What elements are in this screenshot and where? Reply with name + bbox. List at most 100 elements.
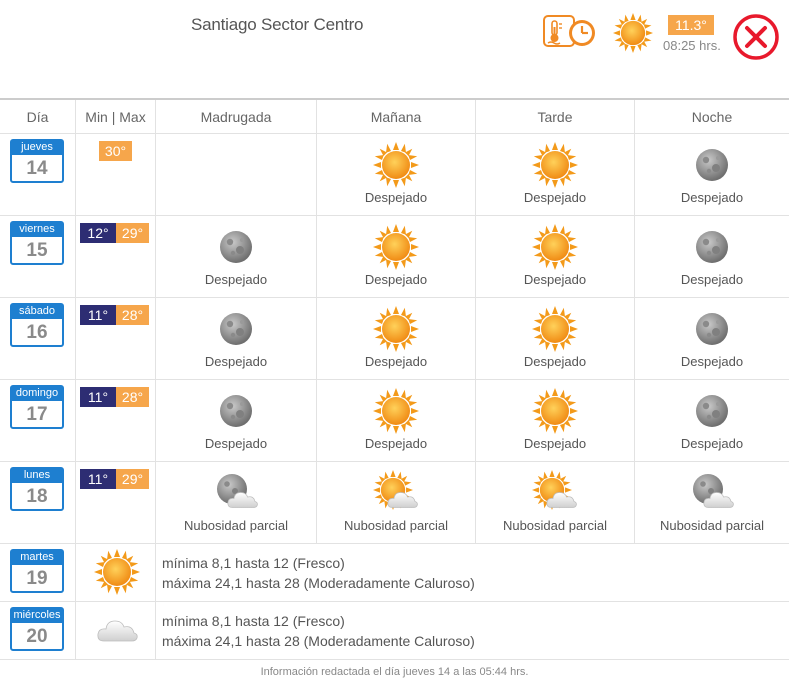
table-row: miércoles 20 mínima 8,1 hasta 12 (Fresco) m… [0, 602, 789, 660]
period-cell-tarde: Despejado [476, 380, 635, 461]
moon-icon [689, 388, 735, 434]
weather-condition: Nubosidad parcial [343, 518, 449, 533]
calendar-weekday: sábado [12, 305, 62, 319]
sun-icon [94, 549, 140, 595]
calendar-date: martes 19 [10, 549, 64, 593]
day-cell: sábado 16 [0, 298, 76, 379]
max-temp-badge: 28° [116, 387, 149, 407]
summary-text: mínima 8,1 hasta 12 (Fresco) máxima 24,1 … [162, 553, 475, 593]
weather-condition: Despejado [523, 190, 587, 205]
moon-icon [689, 224, 735, 270]
summary-max-line: máxima 24,1 hasta 28 (Moderadamente Calu… [162, 575, 475, 591]
day-cell: domingo 17 [0, 380, 76, 461]
summary-min-line: mínima 8,1 hasta 12 (Fresco) [162, 613, 345, 629]
moon-icon [213, 388, 259, 434]
weather-condition: Despejado [523, 436, 587, 451]
minmax-cell: 11° 28° [76, 298, 156, 379]
period-cell-madrugada: Nubosidad parcial [156, 462, 317, 543]
calendar-day-number: 18 [26, 486, 48, 507]
period-cell-madrugada: Despejado [156, 380, 317, 461]
max-temp-badge: 29° [116, 223, 149, 243]
weather-condition: Despejado [364, 190, 428, 205]
weather-condition: Despejado [680, 190, 744, 205]
moon-icon [689, 306, 735, 352]
column-header-noche: Noche [691, 109, 733, 125]
minmax-cell: 30° [76, 134, 156, 215]
column-header-manana: Mañana [317, 100, 476, 133]
min-temp-badge: 11° [80, 469, 116, 489]
summary-icon-cell [76, 544, 156, 601]
table-row: jueves 14 30° Despejado Despejado Despejado [0, 134, 789, 216]
calendar-date: domingo 17 [10, 385, 64, 429]
sun-icon [373, 224, 419, 270]
sun-icon [373, 388, 419, 434]
weather-condition: Despejado [204, 272, 268, 287]
footer-note: Información redactada el día jueves 14 a… [260, 666, 529, 678]
day-cell: jueves 14 [0, 134, 76, 215]
weather-condition: Despejado [364, 354, 428, 369]
weather-condition: Nubosidad parcial [502, 518, 608, 533]
period-cell-manana: Despejado [317, 216, 476, 297]
period-cell-noche: Nubosidad parcial [635, 462, 789, 543]
moon-icon [689, 142, 735, 188]
summary-text: mínima 8,1 hasta 12 (Fresco) máxima 24,1 … [162, 611, 475, 651]
sun-icon [373, 142, 419, 188]
minmax-badges: 11° 29° [80, 469, 149, 489]
column-header-tarde: Tarde [476, 100, 635, 133]
moon-icon [213, 224, 259, 270]
minmax-badges: 12° 29° [80, 223, 149, 243]
period-cell-manana: Nubosidad parcial [317, 462, 476, 543]
sun-icon [373, 306, 419, 352]
column-header-madrugada: Madrugada [156, 100, 317, 133]
period-cell-tarde: Despejado [476, 298, 635, 379]
period-cell-noche: Despejado [635, 134, 789, 215]
summary-min-line: mínima 8,1 hasta 12 (Fresco) [162, 555, 345, 571]
min-temp-badge: 11° [80, 305, 116, 325]
period-cell-tarde: Nubosidad parcial [476, 462, 635, 543]
table-row: martes 19 mínima 8,1 hasta 12 (Fresco) máxi… [0, 544, 789, 602]
sun-icon [613, 13, 653, 53]
sun-icon [532, 388, 578, 434]
moon-icon [213, 306, 259, 352]
minmax-cell: 11° 28° [76, 380, 156, 461]
calendar-day-number: 15 [26, 240, 48, 261]
calendar-day-number: 19 [26, 568, 48, 589]
table-row: sábado 16 11° 28° Despejado Despejado Despejad… [0, 298, 789, 380]
weather-condition: Nubosidad parcial [183, 518, 289, 533]
period-cell-manana: Despejado [317, 134, 476, 215]
clock-icon[interactable] [567, 18, 597, 48]
day-cell: miércoles 20 [0, 602, 76, 659]
max-temp-badge: 29° [116, 469, 149, 489]
max-temp-badge: 28° [116, 305, 149, 325]
period-cell-madrugada: Despejado [156, 298, 317, 379]
moon-cloud-icon [213, 470, 259, 516]
column-header-dia: Día [0, 100, 76, 133]
weather-condition: Despejado [204, 436, 268, 451]
summary-icon-cell [76, 602, 156, 659]
weather-condition: Despejado [364, 272, 428, 287]
minmax-cell: 12° 29° [76, 216, 156, 297]
calendar-weekday: lunes [12, 469, 62, 483]
period-cell-noche: Despejado [635, 298, 789, 379]
weather-condition: Despejado [204, 354, 268, 369]
table-row: lunes 18 11° 29° Nubosidad parcial Nubosidad … [0, 462, 789, 544]
calendar-date: sábado 16 [10, 303, 64, 347]
location-title: Santiago Sector Centro [191, 15, 364, 34]
current-time: 08:25 hrs. [663, 38, 721, 53]
table-row: domingo 17 11° 28° Despejado Despejado Despeja… [0, 380, 789, 462]
summary-text-cell: mínima 8,1 hasta 12 (Fresco) máxima 24,1 … [156, 602, 789, 659]
weather-condition: Nubosidad parcial [659, 518, 765, 533]
sun-icon [532, 224, 578, 270]
period-cell-madrugada [156, 134, 317, 215]
min-temp-badge: 12° [80, 223, 116, 243]
table-header-row: Día Min | Max Madrugada Mañana Tarde Noc… [0, 100, 789, 134]
close-icon[interactable] [731, 12, 781, 62]
period-cell-manana: Despejado [317, 298, 476, 379]
calendar-date: lunes 18 [10, 467, 64, 511]
sun-icon [532, 306, 578, 352]
column-header-minmax: Min | Max [76, 100, 156, 133]
calendar-date: miércoles 20 [10, 607, 64, 651]
current-temperature: 11.3° [668, 15, 714, 35]
period-cell-madrugada: Despejado [156, 216, 317, 297]
weather-condition: Despejado [364, 436, 428, 451]
